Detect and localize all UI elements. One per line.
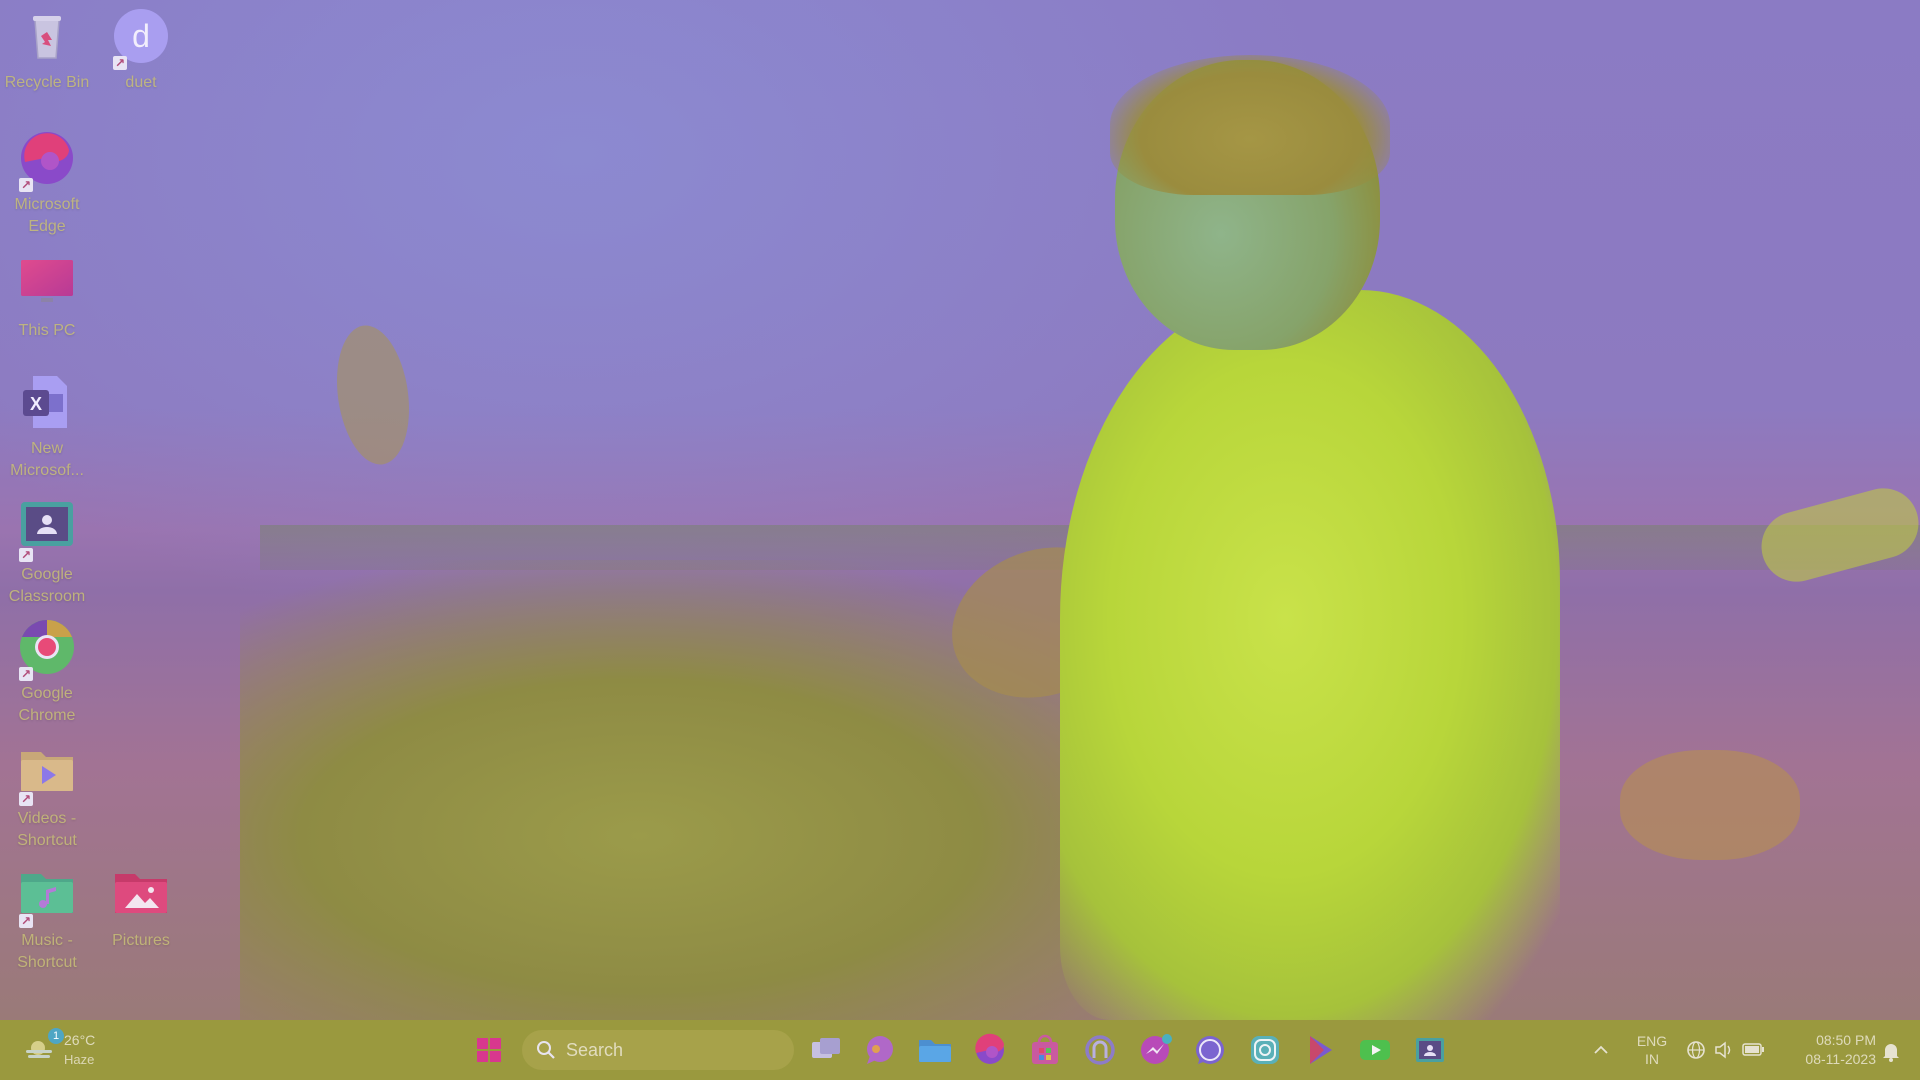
store-icon (1032, 1034, 1058, 1064)
desktop-icon-label: Pictures (112, 932, 170, 949)
search-icon (536, 1040, 556, 1060)
wallpaper-person-head (1115, 60, 1380, 350)
edge-icon (975, 1033, 1005, 1064)
instagram-icon (1251, 1036, 1279, 1064)
edge-button[interactable] (968, 1028, 1012, 1072)
chat-icon (867, 1036, 893, 1064)
taskbar: 1 26°C Haze Search ENG IN 08:50 PM 08-11… (0, 1020, 1920, 1080)
file-explorer-button[interactable] (913, 1028, 957, 1072)
duet-icon: d ↗ (111, 6, 171, 70)
bell-icon (1883, 1044, 1899, 1062)
volume-icon (1715, 1041, 1731, 1059)
desktop-icon-google-chrome[interactable]: ↗ Google Chrome (0, 617, 95, 727)
clock-date: 08-11-2023 (1805, 1051, 1876, 1067)
monitor-icon (17, 254, 77, 314)
duet-letter: d (132, 18, 150, 54)
search-placeholder: Search (566, 1040, 624, 1060)
desktop-icon-label: Google Classroom (8, 566, 86, 605)
notifications-button[interactable] (1876, 1028, 1906, 1072)
desktop-icon-label: Google Chrome (18, 685, 76, 724)
weather-widget[interactable]: 1 26°C Haze (18, 1028, 108, 1072)
task-view-button[interactable] (803, 1028, 847, 1072)
play-store-button[interactable] (1298, 1028, 1342, 1072)
clock-time: 08:50 PM (1816, 1032, 1876, 1048)
youtube-button[interactable] (1353, 1028, 1397, 1072)
videos-folder-icon: ↗ (17, 742, 77, 806)
desktop-icon-label: Recycle Bin (4, 74, 90, 91)
desktop-icon-label: Music - Shortcut (17, 932, 77, 971)
messenger-icon (1141, 1034, 1172, 1064)
weather-condition: Haze (64, 1052, 95, 1067)
classroom-icon (1416, 1038, 1444, 1062)
wallpaper-person-hair (1110, 55, 1390, 195)
store-button[interactable] (1023, 1028, 1067, 1072)
shortcut-arrow-icon: ↗ (113, 56, 127, 70)
desktop-icon-excel-file[interactable]: X New Microsof... (0, 372, 95, 482)
search-box[interactable]: Search (522, 1030, 794, 1070)
wallpaper-seat (1620, 750, 1800, 860)
instagram-button[interactable] (1243, 1028, 1287, 1072)
shortcut-arrow-icon: ↗ (19, 548, 33, 562)
chat-button[interactable] (858, 1028, 902, 1072)
desktop-icon-google-classroom[interactable]: ↗ Google Classroom (0, 498, 95, 608)
shortcut-arrow-icon: ↗ (19, 914, 33, 928)
battery-icon (1742, 1043, 1764, 1056)
youtube-icon (1360, 1040, 1390, 1060)
classroom-icon: ↗ (17, 498, 77, 562)
shortcut-arrow-icon: ↗ (19, 667, 33, 681)
desktop-icon-pictures[interactable]: Pictures (93, 864, 189, 952)
desktop-icon-label: New Microsof... (10, 440, 84, 479)
windows-icon (477, 1038, 501, 1062)
excel-letter: X (30, 394, 42, 414)
classroom-button[interactable] (1408, 1028, 1452, 1072)
desktop-icon-label: This PC (18, 322, 76, 339)
network-globe-icon (1687, 1041, 1705, 1059)
pictures-folder-icon (111, 864, 171, 924)
wallpaper-mirror-left (328, 320, 418, 470)
language-region: IN (1645, 1051, 1659, 1067)
edge-icon: ↗ (17, 128, 77, 192)
desktop-icon-duet[interactable]: d ↗ duet (93, 6, 189, 94)
language-code: ENG (1636, 1033, 1668, 1049)
clock[interactable]: 08:50 PM 08-11-2023 (1780, 1031, 1876, 1075)
play-store-icon (1310, 1036, 1332, 1064)
excel-file-icon: X (17, 372, 77, 432)
shortcut-arrow-icon: ↗ (19, 178, 33, 192)
whatsapp-button[interactable] (1188, 1028, 1232, 1072)
wallpaper-shore (260, 525, 1920, 570)
desktop-icon-this-pc[interactable]: This PC (0, 254, 95, 342)
desktop-icon-recycle-bin[interactable]: Recycle Bin (0, 6, 95, 94)
folder-icon (919, 1040, 951, 1062)
task-view-icon (812, 1038, 840, 1058)
copilot-icon (1085, 1035, 1115, 1065)
desktop-icon-music-shortcut[interactable]: ↗ Music - Shortcut (0, 864, 95, 974)
messenger-button[interactable] (1133, 1028, 1177, 1072)
music-folder-icon: ↗ (17, 864, 77, 928)
quick-settings-button[interactable] (1680, 1028, 1772, 1072)
desktop-icon-label: Videos - Shortcut (17, 810, 77, 849)
wallpaper-arm (1753, 480, 1920, 590)
wallpaper-person-body (1060, 290, 1560, 1020)
desktop-icon-label: duet (125, 74, 157, 91)
recycle-bin-icon (17, 6, 77, 66)
weather-badge: 1 (48, 1028, 64, 1044)
shortcut-arrow-icon: ↗ (19, 792, 33, 806)
wallpaper-motorbike (240, 560, 1240, 1020)
show-hidden-icons-button[interactable] (1586, 1028, 1616, 1072)
wallpaper-mirror-right (930, 522, 1155, 723)
chrome-icon: ↗ (17, 617, 77, 681)
copilot-button[interactable] (1078, 1028, 1122, 1072)
whatsapp-icon (1196, 1036, 1224, 1064)
desktop-icon-label: Microsoft Edge (14, 196, 80, 235)
desktop-icon-edge[interactable]: ↗ Microsoft Edge (0, 128, 95, 238)
language-indicator[interactable]: ENG IN (1630, 1032, 1674, 1076)
chevron-up-icon (1594, 1045, 1608, 1054)
start-button[interactable] (467, 1028, 511, 1072)
desktop-icon-videos-shortcut[interactable]: ↗ Videos - Shortcut (0, 742, 95, 852)
weather-temperature: 26°C (64, 1032, 96, 1048)
desktop: Recycle Bin d ↗ duet ↗ Microsoft Edge Th… (0, 0, 1920, 1020)
